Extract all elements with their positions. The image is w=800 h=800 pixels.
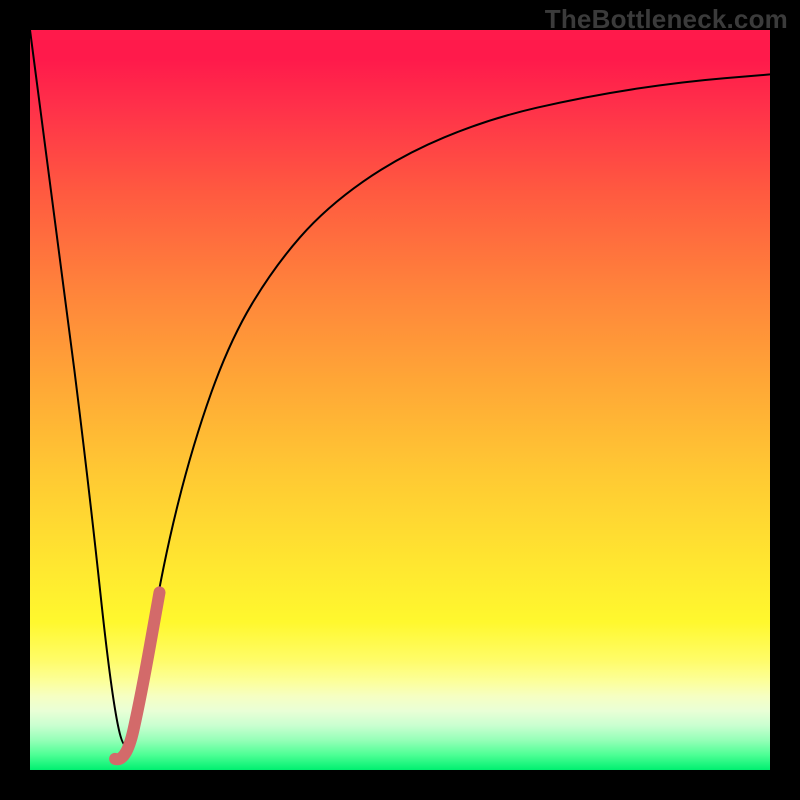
chart-frame: TheBottleneck.com bbox=[0, 0, 800, 800]
curve-layer bbox=[30, 30, 770, 759]
series-bottleneck-curve bbox=[30, 30, 770, 746]
watermark-text: TheBottleneck.com bbox=[545, 4, 788, 35]
chart-svg bbox=[30, 30, 770, 770]
plot-area bbox=[30, 30, 770, 770]
series-highlight-segment bbox=[115, 592, 159, 759]
